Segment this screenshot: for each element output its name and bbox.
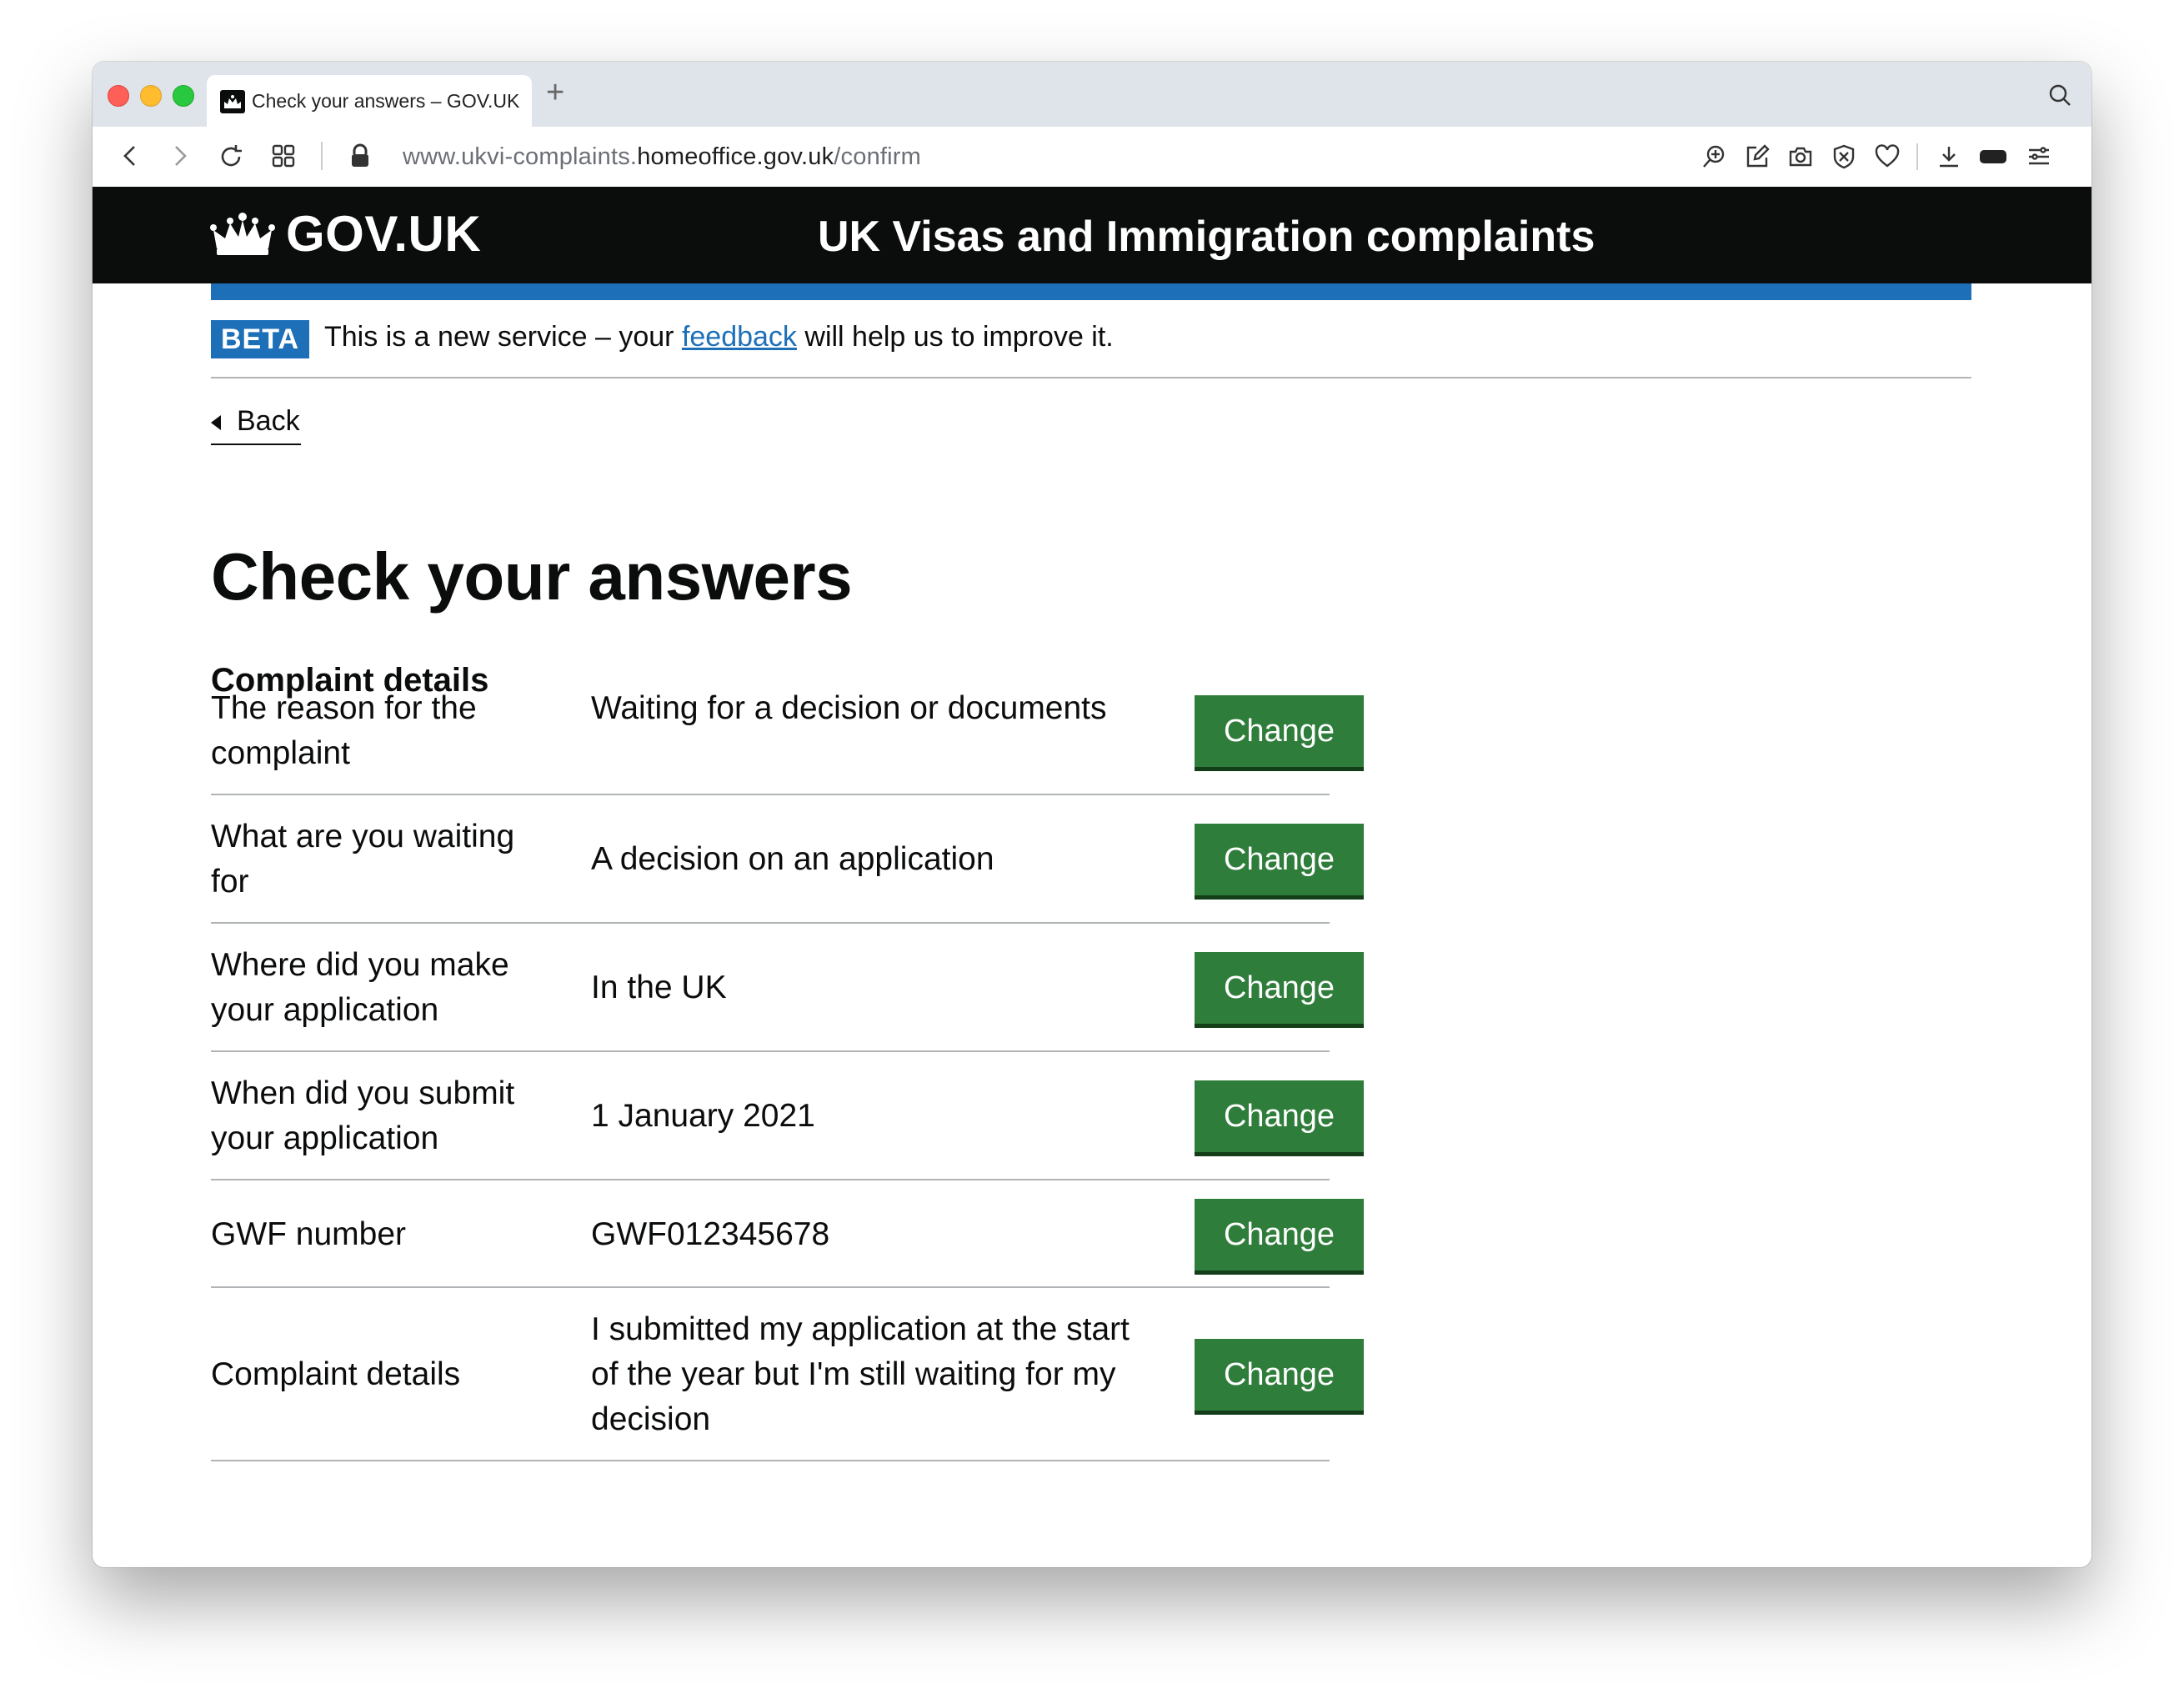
- change-button[interactable]: Change: [1195, 695, 1364, 767]
- new-tab-button[interactable]: +: [546, 77, 564, 108]
- govuk-favicon-icon: [220, 90, 245, 113]
- summary-value: GWF012345678: [591, 1215, 830, 1252]
- url-path: /confirm: [834, 143, 922, 170]
- change-button[interactable]: Change: [1195, 1198, 1364, 1271]
- change-button[interactable]: Change: [1195, 1080, 1364, 1152]
- summary-row: The reason for the complaint Waiting for …: [211, 667, 1364, 795]
- change-button[interactable]: Change: [1195, 1339, 1364, 1411]
- url-field[interactable]: www.ukvi-complaints.homeoffice.gov.uk/co…: [403, 143, 921, 171]
- summary-value: Waiting for a decision or documents: [591, 690, 1107, 726]
- summary-key: When did you submit your application: [211, 1075, 515, 1156]
- maximize-window-button[interactable]: [173, 85, 194, 107]
- service-name[interactable]: UK Visas and Immigration complaints: [818, 212, 1595, 262]
- url-host: homeoffice.gov.uk: [637, 143, 834, 170]
- back-chevron-icon: [211, 415, 221, 430]
- camera-icon[interactable]: [1788, 144, 1813, 173]
- back-link[interactable]: Back: [211, 402, 301, 445]
- tab-bar: Check your answers – GOV.UK +: [93, 62, 2091, 127]
- summary-row: What are you waiting for A decision on an…: [211, 795, 1364, 924]
- search-tabs-icon[interactable]: [2048, 83, 2071, 111]
- govuk-logo[interactable]: GOV.UK: [286, 205, 481, 263]
- summary-value: I submitted my application at the start …: [591, 1311, 1130, 1437]
- header-blue-rule: [211, 283, 1971, 300]
- phase-banner-divider: [211, 377, 1971, 378]
- summary-value: 1 January 2021: [591, 1098, 815, 1134]
- back-arrow-icon[interactable]: [118, 143, 143, 173]
- summary-row: GWF number GWF012345678 Change: [211, 1180, 1364, 1288]
- change-button[interactable]: Change: [1195, 952, 1364, 1024]
- phase-text-before: This is a new service – your: [324, 321, 682, 353]
- phase-text-after: will help us to improve it.: [796, 321, 1114, 353]
- tab-grid-icon[interactable]: [271, 143, 296, 173]
- summary-row: When did you submit your application 1 Ja…: [211, 1052, 1364, 1180]
- beta-tag: BETA: [211, 320, 309, 358]
- summary-key: GWF number: [211, 1215, 407, 1252]
- menu-icon[interactable]: [2026, 144, 2051, 173]
- summary-value: A decision on an application: [591, 841, 994, 877]
- download-icon[interactable]: [1936, 144, 1961, 173]
- zoom-icon[interactable]: [1701, 144, 1726, 173]
- edit-icon[interactable]: [1745, 144, 1770, 173]
- phase-banner-text: This is a new service – your feedback wi…: [324, 321, 1114, 353]
- page-title: Check your answers: [211, 539, 853, 614]
- crown-icon[interactable]: [210, 212, 275, 263]
- summary-value: In the UK: [591, 970, 727, 1005]
- toolbar-divider: [321, 142, 323, 170]
- browser-window: Check your answers – GOV.UK + www.ukvi-c…: [93, 62, 2091, 1567]
- close-window-button[interactable]: [108, 85, 129, 107]
- forward-arrow-icon[interactable]: [168, 143, 193, 173]
- summary-key: What are you waiting for: [211, 819, 515, 900]
- back-link-label: Back: [237, 405, 300, 437]
- summary-key: Complaint details: [211, 1356, 461, 1392]
- shield-icon[interactable]: [1831, 144, 1856, 173]
- url-prefix: www.ukvi-complaints.: [403, 143, 638, 170]
- battery-icon[interactable]: [1980, 149, 2008, 168]
- summary-key: The reason for the complaint: [211, 690, 477, 771]
- feedback-link[interactable]: feedback: [682, 321, 797, 353]
- summary-key: Where did you make your application: [211, 947, 509, 1028]
- minimize-window-button[interactable]: [140, 85, 162, 107]
- change-button[interactable]: Change: [1195, 824, 1364, 895]
- summary-row: Complaint details I submitted my applicat…: [211, 1288, 1364, 1461]
- heart-icon[interactable]: [1875, 144, 1900, 173]
- tab-active[interactable]: Check your answers – GOV.UK: [207, 75, 532, 127]
- address-bar: www.ukvi-complaints.homeoffice.gov.uk/co…: [93, 127, 2091, 188]
- reload-icon[interactable]: [218, 143, 244, 174]
- toolbar-divider: [1916, 143, 1918, 170]
- tab-title: Check your answers – GOV.UK: [252, 90, 520, 112]
- lock-icon[interactable]: [349, 143, 371, 173]
- summary-row: Where did you make your application In th…: [211, 924, 1364, 1052]
- govuk-header: GOV.UK UK Visas and Immigration complain…: [93, 187, 2091, 283]
